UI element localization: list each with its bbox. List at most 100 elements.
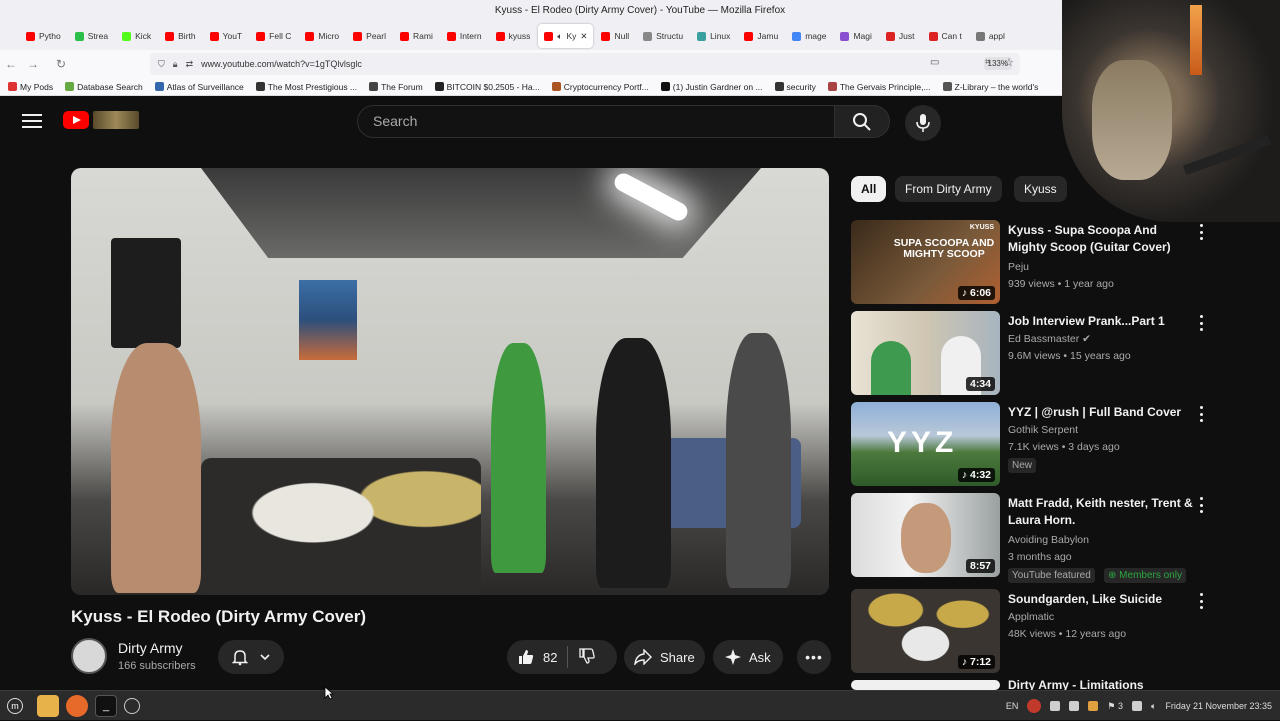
browser-tab[interactable]: Intern (441, 24, 488, 48)
browser-tab[interactable]: Rami (394, 24, 439, 48)
browser-tab[interactable]: Jamu (738, 24, 784, 48)
video-thumbnail[interactable]: ♪ 7:12 (851, 589, 1000, 673)
volume-icon[interactable]: 🔈︎ (1151, 701, 1156, 712)
shield-tray-icon[interactable] (1050, 701, 1061, 711)
shield-icon[interactable]: ⛉ (158, 59, 165, 70)
start-menu-icon[interactable]: m (7, 697, 23, 714)
bookmark-item[interactable]: Atlas of Surveillance (154, 82, 244, 92)
reload-icon[interactable]: ↻ (50, 57, 72, 71)
recommendation-title[interactable]: Job Interview Prank...Part 1 (1008, 313, 1193, 330)
terminal-icon[interactable]: _ (95, 694, 117, 717)
recommendation-title[interactable]: Soundgarden, Like Suicide (1008, 591, 1193, 608)
voice-search-button[interactable] (905, 105, 941, 141)
browser-tab[interactable]: 🔈︎ Ky ✕ (538, 24, 594, 48)
recommendation-item[interactable]: Dirty Army - Limitations (851, 680, 1211, 690)
browser-tab[interactable]: Micro (299, 24, 345, 48)
dislike-button[interactable] (578, 647, 596, 668)
permissions-icon[interactable]: ⇄ (186, 59, 194, 70)
chip-from-dirty-army[interactable]: From Dirty Army (895, 176, 1002, 202)
bookmark-item[interactable]: security (774, 82, 816, 92)
browser-tab[interactable]: Linux (691, 24, 736, 48)
recommendation-title[interactable]: Matt Fradd, Keith nester, Trent & Laura … (1008, 495, 1193, 529)
recommendation-channel[interactable]: Applmatic (1008, 611, 1054, 623)
browser-tab[interactable]: Strea (69, 24, 114, 48)
bookmark-item[interactable]: My Pods (8, 82, 53, 92)
recommendation-item[interactable]: ♪ 7:12 Soundgarden, Like Suicide Applmat… (851, 589, 1211, 675)
bookmark-item[interactable]: The Most Prestigious ... (255, 82, 357, 92)
lock-icon[interactable]: 🔒︎ (173, 59, 178, 70)
chip-kyuss[interactable]: Kyuss (1014, 176, 1067, 202)
browser-tab[interactable]: Can t (923, 24, 968, 48)
clock[interactable]: Friday 21 November 23:35 (1165, 701, 1272, 711)
search-button[interactable] (834, 105, 890, 138)
more-actions-button[interactable]: ••• (797, 640, 831, 674)
browser-tab[interactable]: Birth (159, 24, 201, 48)
url-bar[interactable]: ⛉ 🔒︎ ⇄ www.youtube.com/watch?v=1gTQlvlsg… (150, 53, 1020, 75)
firefox-icon[interactable] (66, 694, 88, 717)
browser-tab[interactable]: Magi (834, 24, 877, 48)
browser-tab[interactable]: Null (595, 24, 635, 48)
bookmark-item[interactable]: Z-Library – the world's (942, 82, 1038, 92)
video-thumbnail[interactable] (851, 680, 1000, 690)
picture-in-picture-icon[interactable]: ▭ (930, 57, 939, 68)
ask-button[interactable]: Ask (713, 640, 783, 674)
browser-tab[interactable]: Pearl (347, 24, 392, 48)
channel-avatar[interactable] (71, 638, 107, 674)
recommendation-item[interactable]: 8:57 Matt Fradd, Keith nester, Trent & L… (851, 493, 1211, 583)
back-icon[interactable]: ← (0, 57, 22, 71)
url-text[interactable]: www.youtube.com/watch?v=1gTQlvlsglc (201, 59, 362, 69)
menu-icon[interactable] (22, 114, 42, 130)
bookmark-item[interactable]: Cryptocurrency Portf... (551, 82, 649, 92)
youtube-logo[interactable] (63, 111, 139, 129)
video-player[interactable] (71, 168, 829, 595)
browser-tab[interactable]: Fell C (250, 24, 297, 48)
recommendation-channel[interactable]: Ed Bassmaster ✔ (1008, 333, 1091, 345)
browser-tab[interactable]: kyuss (490, 24, 537, 48)
more-vertical-icon[interactable] (1198, 315, 1204, 331)
video-thumbnail[interactable]: KYUSS SUPA SCOOPA AND MIGHTY SCOOP ♪ 6:0… (851, 220, 1000, 304)
workspace-indicator[interactable]: ⚑ 3 (1107, 701, 1123, 712)
recommendation-title[interactable]: YYZ | @rush | Full Band Cover (1008, 404, 1193, 421)
bookmark-item[interactable]: BITCOIN $0.2505 - Ha... (434, 82, 540, 92)
recommendation-channel[interactable]: Gothik Serpent (1008, 424, 1078, 436)
network-icon[interactable] (1132, 701, 1143, 711)
bookmark-item[interactable]: The Forum (369, 82, 423, 92)
update-icon[interactable] (1069, 701, 1080, 711)
like-button[interactable]: 82 (507, 648, 557, 666)
warning-icon[interactable] (1088, 701, 1099, 711)
browser-tab[interactable]: Pytho (20, 24, 67, 48)
video-thumbnail[interactable]: 4:34 (851, 311, 1000, 395)
video-thumbnail[interactable]: YYZ ♪ 4:32 (851, 402, 1000, 486)
share-button[interactable]: Share (624, 640, 705, 674)
channel-name[interactable]: Dirty Army (118, 640, 183, 656)
recommendation-item[interactable]: YYZ ♪ 4:32 YYZ | @rush | Full Band Cover… (851, 402, 1211, 488)
bookmark-star-icon[interactable]: ☆ (1004, 56, 1014, 69)
recommendation-channel[interactable]: Peju (1008, 261, 1029, 273)
browser-tab[interactable]: Kick (116, 24, 157, 48)
translate-icon[interactable]: ⌗ (985, 57, 991, 68)
browser-tab[interactable]: appl (970, 24, 1011, 48)
more-vertical-icon[interactable] (1198, 497, 1204, 513)
forward-icon[interactable]: → (22, 57, 44, 71)
obs-icon[interactable] (124, 697, 140, 714)
bookmark-item[interactable]: (1) Justin Gardner on ... (660, 82, 763, 92)
chip-all[interactable]: All (851, 176, 887, 202)
recommendation-channel[interactable]: Avoiding Babylon (1008, 534, 1089, 546)
video-thumbnail[interactable]: 8:57 (851, 493, 1000, 577)
recommendation-title[interactable]: Dirty Army - Limitations (1008, 680, 1193, 690)
browser-tab[interactable]: mage (786, 24, 832, 48)
recommendation-title[interactable]: Kyuss - Supa Scoopa And Mighty Scoop (Gu… (1008, 222, 1193, 256)
notifications-button[interactable] (218, 640, 284, 674)
more-vertical-icon[interactable] (1198, 406, 1204, 422)
folder-icon[interactable] (37, 694, 59, 717)
bookmark-item[interactable]: Database Search (65, 82, 143, 92)
recommendation-item[interactable]: 4:34 Job Interview Prank...Part 1 Ed Bas… (851, 311, 1211, 397)
recording-icon[interactable] (1027, 699, 1042, 713)
browser-tab[interactable]: Structu (637, 24, 689, 48)
browser-tab[interactable]: YouT (204, 24, 249, 48)
keyboard-language[interactable]: EN (1006, 701, 1019, 711)
bookmark-item[interactable]: The Gervais Principle,... (827, 82, 931, 92)
speaker-icon[interactable]: 🔈︎ (557, 31, 562, 42)
close-tab-icon[interactable]: ✕ (580, 31, 587, 42)
browser-tab[interactable]: Just (880, 24, 921, 48)
